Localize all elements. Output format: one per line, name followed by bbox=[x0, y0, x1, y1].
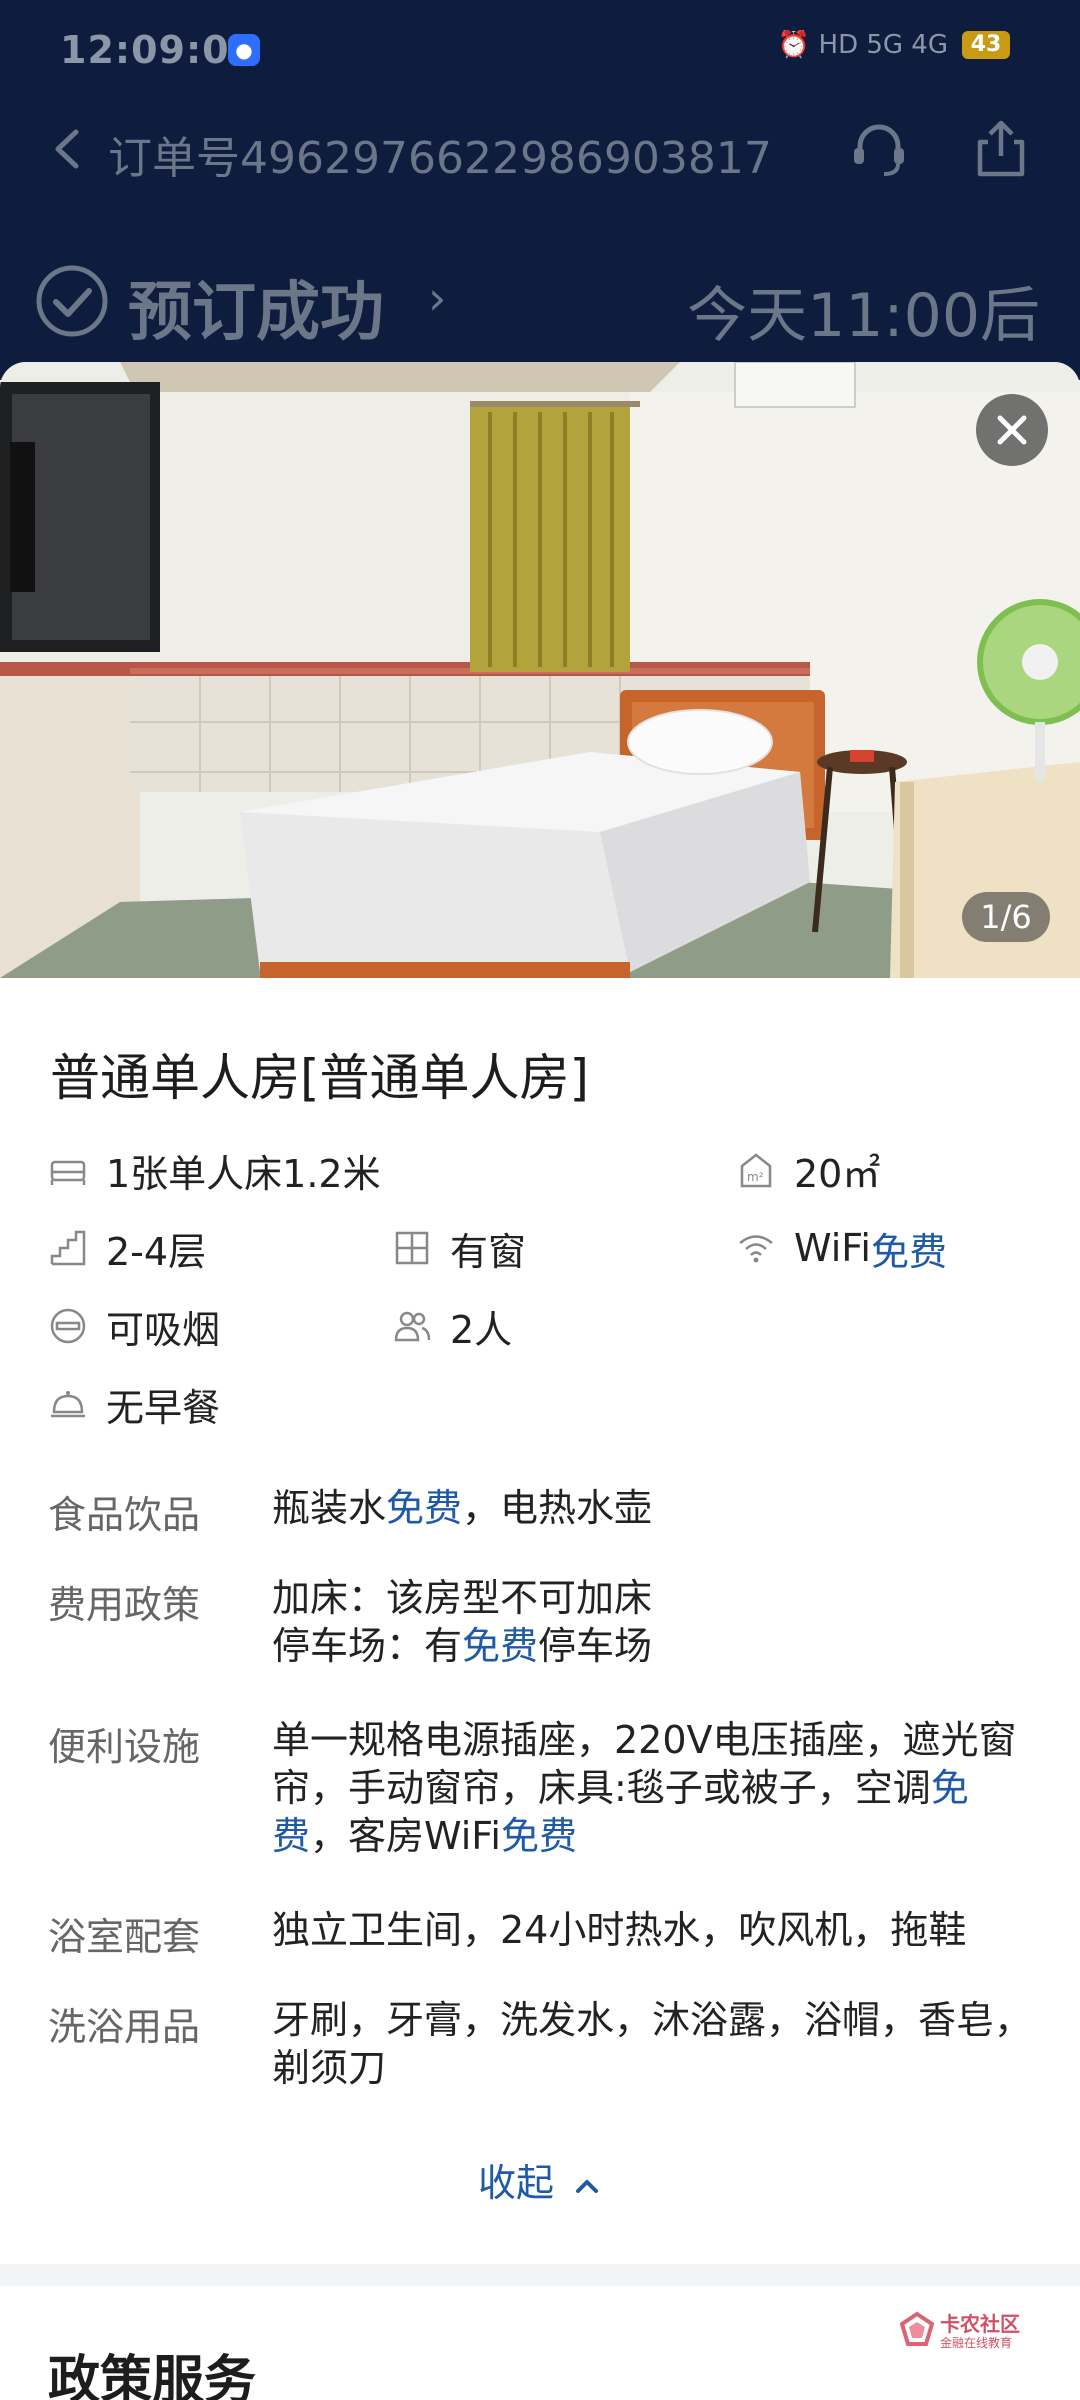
feature-wifi-text: WiFi bbox=[794, 1226, 871, 1270]
detail-text: ，电热水壶 bbox=[462, 1486, 653, 1530]
room-detail-sheet: 1/6 普通单人房[普通单人房] 1张单人床1.2米 m² 20㎡ 2-4层 有… bbox=[0, 362, 1080, 2400]
order-number: 4962976622986903817 bbox=[240, 133, 772, 184]
feature-floor: 2-4层 bbox=[48, 1220, 206, 1276]
feature-smoking-text: 可吸烟 bbox=[106, 1307, 221, 1352]
booking-status-row[interactable]: 预订成功 › 今天11:00后 bbox=[0, 255, 1080, 355]
battery-icon: 43 bbox=[962, 31, 1010, 59]
qq-bubble-icon: ● bbox=[228, 34, 260, 66]
wifi-icon bbox=[739, 1235, 773, 1263]
people-icon bbox=[394, 1311, 431, 1342]
detail-value: 瓶装水免费，电热水壶 bbox=[272, 1484, 1032, 1532]
detail-value: 牙刷，牙膏，洗发水，沐浴露，浴帽，香皂，剃须刀 bbox=[272, 1998, 1033, 2090]
detail-label: 便利设施 bbox=[48, 1725, 201, 1769]
breakfast-icon bbox=[51, 1391, 85, 1418]
detail-line: 加床：该房型不可加床 bbox=[272, 1576, 653, 1620]
feature-area: m² 20㎡ bbox=[736, 1142, 880, 1198]
detail-free: 免费 bbox=[462, 1624, 539, 1668]
feature-breakfast: 无早餐 bbox=[48, 1376, 220, 1432]
watermark: 卡农社区 金融在线教育 bbox=[900, 2304, 1050, 2364]
feature-bed-text: 1张单人床1.2米 bbox=[106, 1151, 381, 1196]
chevron-left-icon[interactable] bbox=[44, 124, 94, 174]
detail-value: 加床：该房型不可加床 停车场：有免费停车场 bbox=[272, 1574, 1032, 1670]
feature-occupancy: 2人 bbox=[392, 1298, 512, 1354]
collapse-label: 收起 bbox=[477, 2161, 554, 2205]
status-indicators: ⏰ HD 5G 4G 43 bbox=[778, 30, 1010, 60]
detail-text: 停车场 bbox=[538, 1624, 653, 1668]
booking-status: 预订成功 bbox=[128, 276, 384, 350]
window-icon bbox=[395, 1231, 429, 1265]
detail-label: 洗浴用品 bbox=[48, 2005, 201, 2049]
detail-free: 免费 bbox=[386, 1486, 463, 1530]
chevron-right-icon: › bbox=[428, 271, 447, 325]
feature-occupancy-text: 2人 bbox=[450, 1307, 513, 1352]
detail-label: 食品饮品 bbox=[48, 1493, 201, 1537]
feature-window-text: 有窗 bbox=[450, 1229, 527, 1274]
feature-smoking: 可吸烟 bbox=[48, 1298, 220, 1354]
detail-text: 单一规格电源插座，220V电压插座，遮光窗帘，手动窗帘，床具:毯子或被子，空调 bbox=[272, 1718, 1017, 1810]
detail-value: 独立卫生间，24小时热水，吹风机，拖鞋 bbox=[272, 1908, 967, 1952]
feature-window: 有窗 bbox=[392, 1220, 526, 1276]
feature-wifi: WiFi 免费 bbox=[736, 1220, 947, 1276]
share-icon[interactable] bbox=[968, 116, 1034, 182]
detail-label: 费用政策 bbox=[48, 1583, 201, 1627]
room-photo-illustration bbox=[0, 362, 1080, 978]
svg-text:m²: m² bbox=[747, 1170, 764, 1184]
stairs-icon bbox=[50, 1230, 86, 1266]
collapse-button[interactable]: 收起 bbox=[0, 2152, 1080, 2207]
headset-icon[interactable] bbox=[846, 116, 912, 182]
detail-text: ，客房WiFi bbox=[310, 1814, 501, 1858]
watermark-logo bbox=[900, 2312, 934, 2346]
detail-value: 单一规格电源插座，220V电压插座，遮光窗帘，手动窗帘，床具:毯子或被子，空调免… bbox=[272, 1716, 1032, 1860]
bed-icon bbox=[50, 1160, 86, 1185]
checkin-time: 今天11:00后 bbox=[687, 281, 1040, 351]
close-icon bbox=[997, 415, 1027, 445]
feature-breakfast-text: 无早餐 bbox=[106, 1385, 221, 1430]
status-indicator-text: ⏰ HD 5G 4G bbox=[777, 30, 948, 60]
order-title: 订单号4962976622986903817 bbox=[108, 122, 772, 186]
feature-wifi-free: 免费 bbox=[870, 1229, 947, 1274]
order-label: 订单号 bbox=[108, 133, 240, 184]
detail-text: 停车场：有 bbox=[272, 1624, 463, 1668]
close-button[interactable] bbox=[976, 394, 1048, 466]
detail-label: 浴室配套 bbox=[48, 1915, 201, 1959]
check-circle-icon bbox=[36, 265, 108, 337]
room-photo[interactable]: 1/6 bbox=[0, 362, 1080, 978]
detail-free: 免费 bbox=[500, 1814, 577, 1858]
section-divider bbox=[0, 2264, 1080, 2286]
room-title: 普通单人房[普通单人房] bbox=[50, 1049, 590, 1107]
policy-section-title: 政策服务 bbox=[48, 2351, 257, 2400]
nav-bar: 订单号4962976622986903817 bbox=[0, 110, 1080, 190]
watermark-sub: 金融在线教育 bbox=[940, 2336, 1013, 2350]
photo-counter: 1/6 bbox=[962, 892, 1050, 942]
chevron-up-icon bbox=[576, 2179, 599, 2193]
smoking-icon bbox=[50, 1308, 86, 1344]
detail-line: 停车场：有免费停车场 bbox=[272, 1622, 1032, 1670]
feature-floor-text: 2-4层 bbox=[106, 1229, 207, 1274]
feature-bed: 1张单人床1.2米 bbox=[48, 1142, 381, 1198]
status-bar: 12:09:07 ● ⏰ HD 5G 4G 43 bbox=[0, 0, 1080, 100]
area-icon: m² bbox=[740, 1153, 772, 1188]
watermark-name: 卡农社区 bbox=[940, 2312, 1020, 2336]
feature-area-text: 20㎡ bbox=[794, 1151, 881, 1196]
detail-text: 瓶装水 bbox=[272, 1486, 387, 1530]
